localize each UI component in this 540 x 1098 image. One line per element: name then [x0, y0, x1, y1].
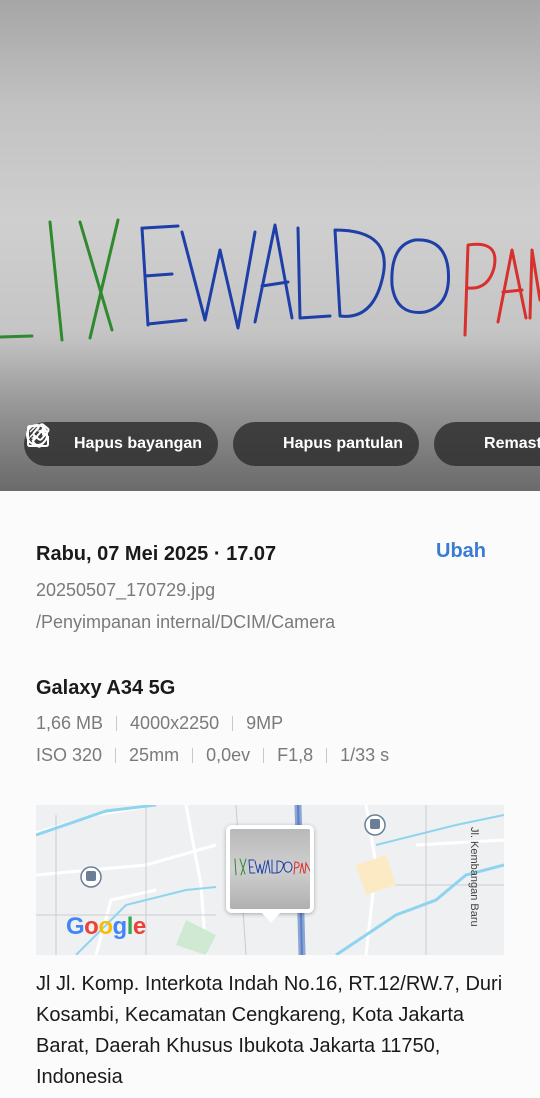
camera-specs: ISO 320 25mm 0,0ev F1,8 1/33 s [36, 745, 389, 766]
remove-shadow-button[interactable]: Hapus bayangan [24, 422, 219, 466]
remove-shadow-label: Hapus bayangan [74, 435, 203, 452]
date-time: Rabu, 07 Mei 2025 · 17.07 [36, 543, 277, 565]
divider [116, 716, 118, 731]
iso: ISO 320 [36, 745, 103, 765]
megapixels: 9MP [246, 713, 284, 733]
file-name: 20250507_170729.jpg [36, 580, 216, 600]
remaster-button[interactable]: Remaster [27, 422, 540, 466]
divider [115, 748, 117, 763]
google-logo: Google [66, 913, 146, 940]
divider [232, 716, 234, 731]
divider [192, 748, 194, 763]
divider [263, 748, 265, 763]
reflection-erase-icon [26, 424, 277, 459]
handwriting-image [0, 218, 540, 342]
remove-reflection-button[interactable]: Hapus pantulan [26, 422, 420, 466]
street-label: Jl. Kembangan Baru [468, 827, 480, 927]
resolution: 4000x2250 [130, 713, 220, 733]
location-address: Jl Jl. Komp. Interkota Indah No.16, RT.1… [36, 973, 503, 1088]
aperture: F1,8 [277, 745, 314, 765]
remaster-icon [27, 425, 478, 459]
photo-actions: Hapus bayangan Hapus pantulan Remast [24, 422, 540, 466]
photo-viewer[interactable]: Hapus bayangan Hapus pantulan Remast [0, 0, 540, 491]
edit-button[interactable]: Ubah [436, 540, 486, 563]
photo-thumbnail[interactable] [226, 825, 314, 913]
remove-reflection-label: Hapus pantulan [283, 435, 404, 452]
thumbnail-pointer [262, 913, 280, 923]
device-name: Galaxy A34 5G [36, 677, 176, 699]
remaster-label: Remaster [484, 435, 540, 452]
file-path: /Penyimpanan internal/DCIM/Camera [36, 612, 336, 632]
shutter-speed: 1/33 s [340, 745, 390, 765]
details-panel: Rabu, 07 Mei 2025 · 17.07 Ubah 20250507_… [0, 491, 540, 1098]
location-map[interactable]: Jl. Kembangan Baru Google [36, 805, 504, 955]
file-size: 1,66 MB [36, 713, 104, 733]
focal-length: 25mm [129, 745, 180, 765]
file-specs: 1,66 MB 4000x2250 9MP [36, 713, 283, 734]
divider [326, 748, 328, 763]
exposure-value: 0,0ev [206, 745, 251, 765]
